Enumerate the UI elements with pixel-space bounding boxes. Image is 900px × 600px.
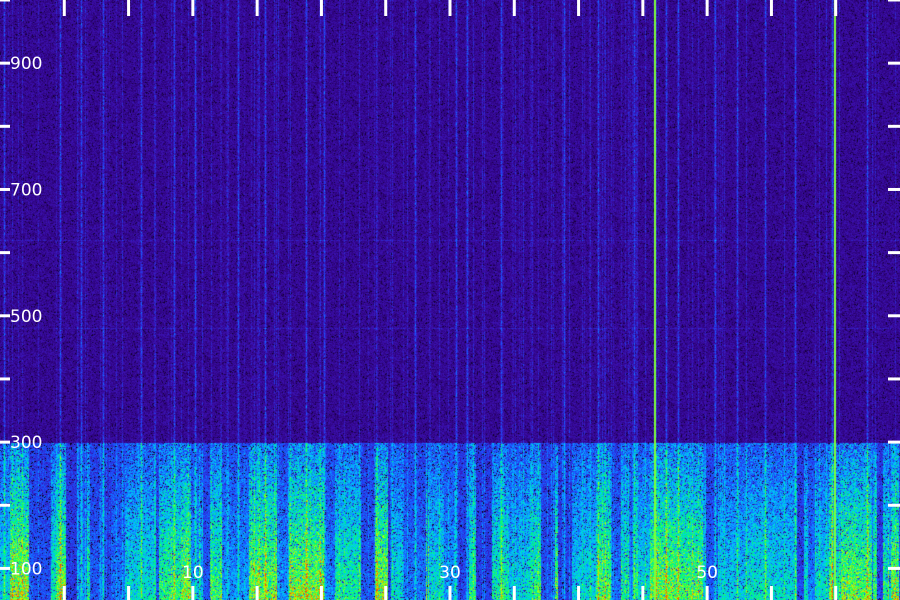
axis-overlay: 10 30 50 100 300 500 700 900 xyxy=(0,0,900,600)
y-tick-label: 900 xyxy=(10,54,42,74)
x-tick-label: 50 xyxy=(696,563,718,583)
y-tick-label: 500 xyxy=(10,307,42,327)
y-tick-label: 700 xyxy=(10,180,42,200)
x-tick-label: 10 xyxy=(182,563,204,583)
y-axis-ticks xyxy=(0,0,900,570)
y-tick-label: 100 xyxy=(10,559,42,579)
spectrogram-chart: 10 30 50 100 300 500 700 900 xyxy=(0,0,900,600)
x-tick-label: 30 xyxy=(439,563,461,583)
x-axis-labels: 10 30 50 xyxy=(182,563,718,583)
x-axis-ticks xyxy=(62,0,838,600)
y-axis-labels: 100 300 500 700 900 xyxy=(10,54,42,579)
y-tick-label: 300 xyxy=(10,433,42,453)
